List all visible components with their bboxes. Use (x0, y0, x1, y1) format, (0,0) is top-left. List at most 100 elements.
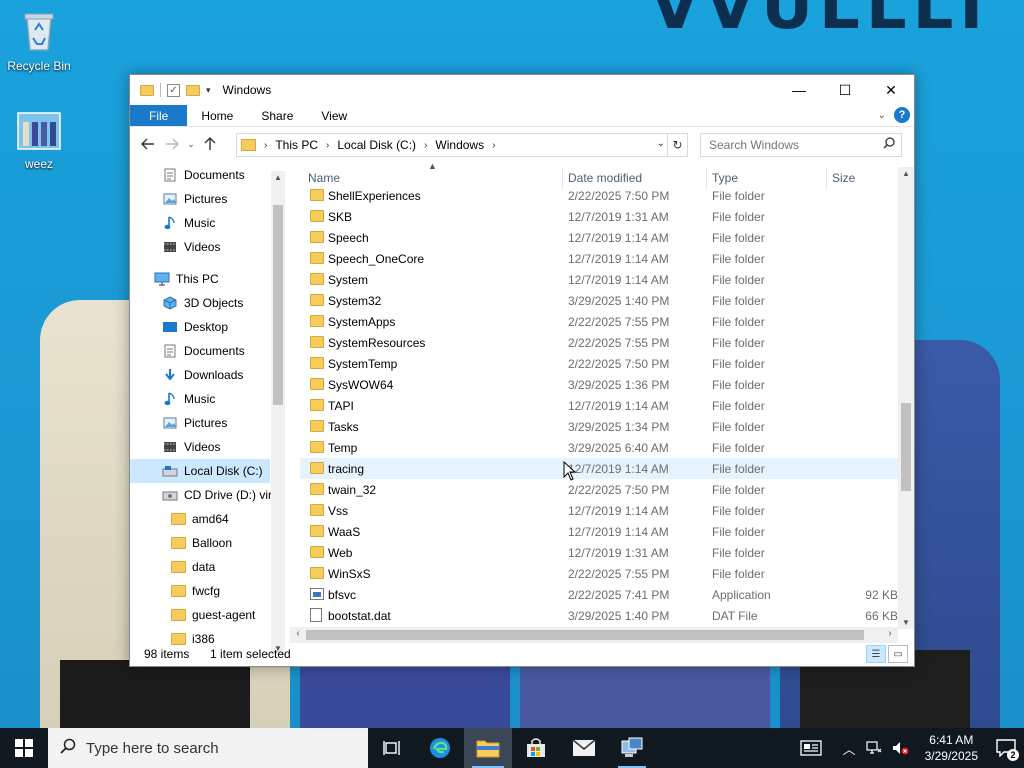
breadcrumb-chevron-icon[interactable]: › (424, 140, 427, 151)
nav-item[interactable]: Music (162, 211, 286, 235)
file-row[interactable]: Web 12/7/2019 1:31 AM File folder (300, 542, 898, 563)
file-row[interactable]: ShellExperiences 2/22/2025 7:50 PM File fo… (300, 185, 898, 206)
forward-button[interactable] (160, 132, 184, 156)
start-button[interactable] (0, 728, 48, 768)
file-row[interactable]: System32 3/29/2025 1:40 PM File folder (300, 290, 898, 311)
file-row[interactable]: twain_32 2/22/2025 7:50 PM File folder (300, 479, 898, 500)
expand-ribbon-chevron-icon[interactable]: ⌄ (878, 110, 886, 121)
address-history-chevron-icon[interactable]: ⌄ (657, 138, 665, 149)
file-row[interactable]: tracing 12/7/2019 1:14 AM File folder (300, 458, 898, 479)
nav-item[interactable]: This PC (154, 267, 286, 291)
file-row[interactable]: SystemTemp 2/22/2025 7:50 PM File folder (300, 353, 898, 374)
clock[interactable]: 6:41 AM 3/29/2025 (915, 732, 988, 764)
column-header-name[interactable]: Name (308, 171, 340, 185)
breadcrumb-chevron-icon[interactable]: › (492, 140, 495, 151)
file-row[interactable]: WinSxS 2/22/2025 7:55 PM File folder (300, 563, 898, 584)
file-row[interactable]: Vss 12/7/2019 1:14 AM File folder (300, 500, 898, 521)
desktop-icon-weez[interactable]: weez (1, 112, 77, 171)
customize-toolbar-chevron-icon[interactable]: ▾ (206, 85, 211, 96)
file-row[interactable]: Temp 3/29/2025 6:40 AM File folder (300, 437, 898, 458)
network-app-icon[interactable] (608, 728, 656, 768)
edge-icon[interactable] (416, 728, 464, 768)
notification-center-button[interactable]: 2 (988, 728, 1024, 768)
breadcrumb-local-disk[interactable]: Local Disk (C:) (337, 138, 416, 152)
scrollbar-thumb[interactable] (306, 630, 864, 640)
nav-item[interactable]: Pictures (162, 411, 286, 435)
nav-item[interactable]: Music (162, 387, 286, 411)
up-button[interactable] (198, 132, 222, 156)
close-button[interactable]: ✕ (868, 75, 914, 105)
properties-icon[interactable]: ✓ (167, 83, 180, 97)
nav-item[interactable]: Videos (162, 235, 286, 259)
file-row[interactable]: WaaS 12/7/2019 1:14 AM File folder (300, 521, 898, 542)
scrollbar-thumb[interactable] (901, 403, 911, 491)
help-icon[interactable]: ? (894, 107, 910, 123)
scroll-left-icon[interactable]: ‹ (290, 628, 306, 639)
column-header-date[interactable]: Date modified (568, 171, 642, 185)
file-row[interactable]: bootstat.dat 3/29/2025 1:40 PM DAT File 66 … (300, 605, 898, 626)
nav-item[interactable]: Local Disk (C:) (130, 459, 270, 483)
search-box[interactable]: Search Windows (700, 133, 902, 157)
navigation-pane-scrollbar[interactable]: ▲ ▼ (271, 171, 285, 655)
task-view-icon[interactable] (368, 728, 416, 768)
desktop-icon-recycle-bin[interactable]: Recycle Bin (1, 8, 77, 73)
minimize-button[interactable]: — (776, 75, 822, 105)
file-row[interactable]: SKB 12/7/2019 1:31 AM File folder (300, 206, 898, 227)
breadcrumb-chevron-icon[interactable]: › (326, 140, 329, 151)
nav-item[interactable]: Balloon (170, 531, 286, 555)
scroll-down-icon[interactable]: ▼ (898, 618, 914, 627)
taskbar-search-box[interactable]: Type here to search (48, 728, 368, 768)
address-bar[interactable]: › This PC › Local Disk (C:) › Windows › … (236, 133, 688, 157)
tab-view[interactable]: View (307, 105, 361, 126)
tab-share[interactable]: Share (247, 105, 307, 126)
tab-home[interactable]: Home (187, 105, 247, 126)
file-explorer-icon[interactable] (464, 728, 512, 768)
maximize-button[interactable]: ☐ (822, 75, 868, 105)
nav-item[interactable]: Desktop (162, 315, 286, 339)
nav-item[interactable]: Downloads (162, 363, 286, 387)
file-row[interactable]: System 12/7/2019 1:14 AM File folder (300, 269, 898, 290)
file-row[interactable]: Tasks 3/29/2025 1:34 PM File folder (300, 416, 898, 437)
breadcrumb-windows[interactable]: Windows (435, 138, 484, 152)
file-row[interactable]: bfsvc 2/22/2025 7:41 PM Application 92 KB (300, 584, 898, 605)
file-list-horizontal-scrollbar[interactable]: ‹ › (290, 627, 898, 643)
tab-file[interactable]: File (130, 105, 188, 126)
column-header-size[interactable]: Size (832, 171, 855, 185)
column-header-type[interactable]: Type (712, 171, 738, 185)
file-row[interactable]: TAPI 12/7/2019 1:14 AM File folder (300, 395, 898, 416)
scroll-up-icon[interactable]: ▲ (271, 173, 285, 182)
file-list-vertical-scrollbar[interactable]: ▲ ▼ (898, 167, 914, 629)
nav-item[interactable]: CD Drive (D:) virt (162, 483, 286, 507)
nav-item[interactable]: Pictures📌 (162, 187, 286, 211)
store-icon[interactable] (512, 728, 560, 768)
file-row[interactable]: SystemResources 2/22/2025 7:55 PM File fol… (300, 332, 898, 353)
breadcrumb-this-pc[interactable]: This PC (275, 138, 318, 152)
file-row[interactable]: SystemApps 2/22/2025 7:55 PM File folder (300, 311, 898, 332)
new-folder-icon[interactable] (186, 84, 200, 96)
nav-item[interactable]: Documents📌 (162, 163, 286, 187)
volume-muted-icon[interactable] (887, 741, 915, 755)
recent-locations-chevron-icon[interactable]: ⌄ (184, 132, 198, 156)
network-icon[interactable] (861, 741, 887, 755)
nav-item[interactable]: Videos (162, 435, 286, 459)
large-icons-view-icon[interactable]: ▭ (888, 645, 908, 663)
mail-icon[interactable] (560, 728, 608, 768)
file-row[interactable]: Speech 12/7/2019 1:14 AM File folder (300, 227, 898, 248)
back-button[interactable] (136, 132, 160, 156)
refresh-icon[interactable]: ↻ (667, 134, 687, 156)
nav-item[interactable]: guest-agent (170, 603, 286, 627)
file-row[interactable]: SysWOW64 3/29/2025 1:36 PM File folder (300, 374, 898, 395)
file-row[interactable]: Speech_OneCore 12/7/2019 1:14 AM File fold… (300, 248, 898, 269)
news-widget-icon[interactable] (795, 740, 827, 756)
nav-item[interactable]: data (170, 555, 286, 579)
nav-item[interactable]: fwcfg (170, 579, 286, 603)
scroll-up-icon[interactable]: ▲ (898, 169, 914, 178)
details-view-icon[interactable]: ☰ (866, 645, 886, 663)
scrollbar-thumb[interactable] (273, 205, 283, 405)
nav-item[interactable]: 3D Objects (162, 291, 286, 315)
nav-item[interactable]: Documents (162, 339, 286, 363)
nav-item[interactable]: amd64 (170, 507, 286, 531)
show-hidden-icons-chevron-icon[interactable]: ︿ (827, 739, 861, 758)
title-bar[interactable]: ✓ ▾ Windows — ☐ ✕ (130, 75, 914, 105)
scroll-right-icon[interactable]: › (882, 628, 898, 639)
